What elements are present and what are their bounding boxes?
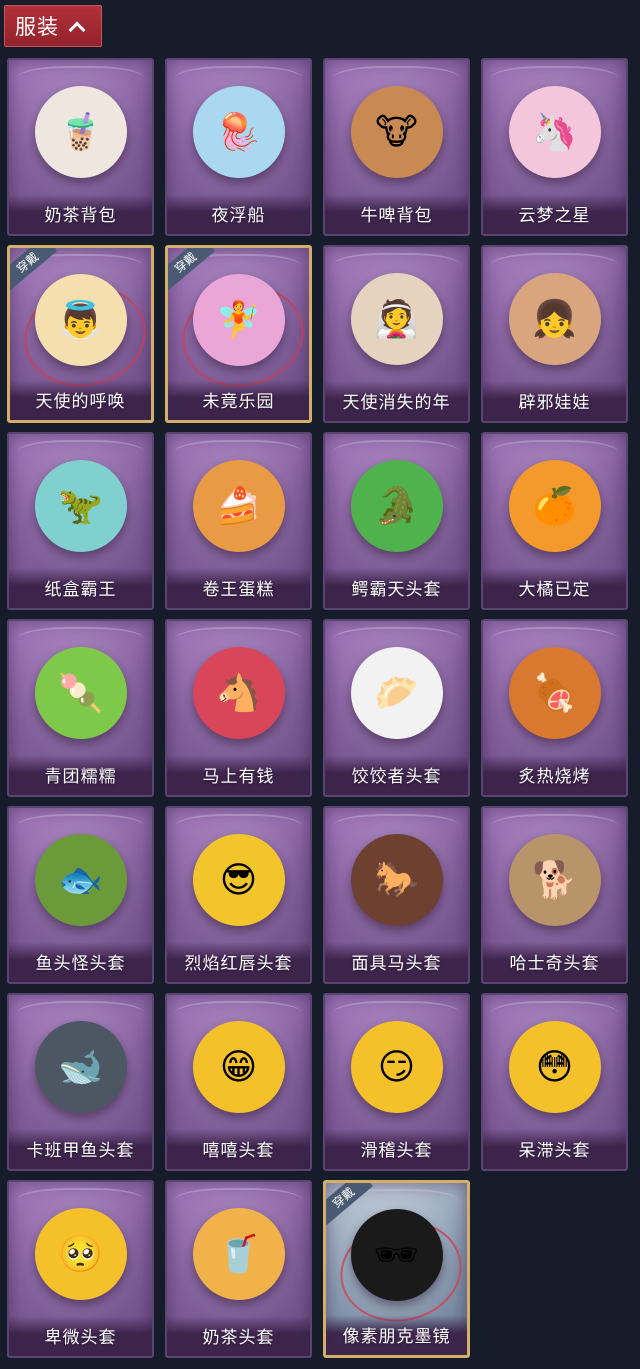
costume-item-name: 奶茶头套 [167, 1316, 310, 1356]
costume-item-card[interactable]: 🧋 奶茶背包 [7, 58, 154, 236]
costume-item-name: 卡班甲鱼头套 [9, 1129, 152, 1169]
costume-item-name: 卷王蛋糕 [167, 568, 310, 608]
costume-item-name: 天使消失的年 [325, 381, 468, 421]
costume-item-name: 纸盒霸王 [9, 568, 152, 608]
costume-item-name: 炙热烧烤 [483, 755, 626, 795]
costume-item-name: 卑微头套 [9, 1316, 152, 1356]
category-title: 服装 [15, 15, 59, 39]
costume-item-name: 天使的呼唤 [10, 380, 151, 420]
costume-item-card[interactable]: 🪼 夜浮船 [165, 58, 312, 236]
costume-item-card[interactable]: 🥺 卑微头套 [7, 1180, 154, 1358]
costume-item-name: 青团糯糯 [9, 755, 152, 795]
costume-item-name: 马上有钱 [167, 755, 310, 795]
dark-fish-head-icon: 🐋 [34, 1021, 127, 1113]
costume-item-name: 嘻嘻头套 [167, 1129, 310, 1169]
costume-item-name: 烈焰红唇头套 [167, 942, 310, 982]
costume-item-card[interactable]: 🦖 纸盒霸王 [7, 432, 154, 610]
chevron-up-icon [68, 21, 86, 38]
costume-grid: 🧋 奶茶背包 🪼 夜浮船 🐮 牛啤背包 🦄 云梦之星 穿戴 👼 天使的呼唤 穿戴 🧚 未竟乐园 👰 天使消失的… [7, 58, 628, 1358]
bbq-meat-icon: 🍖 [508, 647, 601, 739]
costume-item-card[interactable]: 🐟 鱼头怪头套 [7, 806, 154, 984]
cow-beer-barrel-icon: 🐮 [350, 86, 443, 178]
humble-emoji-head-icon: 🥺 [34, 1208, 127, 1300]
costume-item-card[interactable]: 😏 滑稽头套 [323, 993, 470, 1171]
costume-item-card[interactable]: 🐮 牛啤背包 [323, 58, 470, 236]
pink-hair-doll-icon: 🧚 [192, 274, 285, 366]
smirk-emoji-head-icon: 😏 [350, 1021, 443, 1113]
costume-item-card[interactable]: 🍡 青团糯糯 [7, 619, 154, 797]
green-rice-ball-icon: 🍡 [34, 647, 127, 739]
costume-item-name: 呆滞头套 [483, 1129, 626, 1169]
jellyfish-icon: 🪼 [192, 86, 285, 178]
costume-item-card[interactable]: 😎 烈焰红唇头套 [165, 806, 312, 984]
costume-item-card[interactable]: 穿戴 🧚 未竟乐园 [165, 245, 312, 423]
costume-item-name: 牛啤背包 [325, 194, 468, 234]
horse-mask-icon: 🐎 [350, 834, 443, 926]
costume-item-name: 奶茶背包 [9, 194, 152, 234]
roll-cake-icon: 🍰 [192, 460, 285, 552]
costume-item-card[interactable]: 🐕 哈士奇头套 [481, 806, 628, 984]
cardboard-dino-icon: 🦖 [34, 460, 127, 552]
costume-item-card[interactable]: 😁 嘻嘻头套 [165, 993, 312, 1171]
costume-item-name: 鱼头怪头套 [9, 942, 152, 982]
costume-item-card[interactable]: 🐊 鳄霸天头套 [323, 432, 470, 610]
grinning-emoji-head-icon: 😁 [192, 1021, 285, 1113]
costume-item-card[interactable]: 😳 呆滞头套 [481, 993, 628, 1171]
milk-tea-head-icon: 🥤 [192, 1208, 285, 1300]
costume-item-name: 夜浮船 [167, 194, 310, 234]
costume-item-name: 大橘已定 [483, 568, 626, 608]
unicorn-cloud-icon: 🦄 [508, 86, 601, 178]
costume-item-card[interactable]: 🥟 饺饺者头套 [323, 619, 470, 797]
husky-mask-icon: 🐕 [508, 834, 601, 926]
orange-slice-icon: 🍊 [508, 460, 601, 552]
costume-item-card[interactable]: 👧 辟邪娃娃 [481, 245, 628, 423]
costume-item-name: 像素朋克墨镜 [326, 1315, 467, 1355]
costume-item-name: 面具马头套 [325, 942, 468, 982]
costume-item-card[interactable]: 穿戴 🕶 像素朋克墨镜 [323, 1180, 470, 1358]
pixel-sunglasses-icon: 🕶 [350, 1209, 443, 1301]
crocodile-head-icon: 🐊 [350, 460, 443, 552]
costume-item-name: 云梦之星 [483, 194, 626, 234]
costume-item-name: 辟邪娃娃 [483, 381, 626, 421]
costume-item-card[interactable]: 👰 天使消失的年 [323, 245, 470, 423]
milk-tea-backpack-icon: 🧋 [34, 86, 127, 178]
fish-head-mask-icon: 🐟 [34, 834, 127, 926]
costume-item-card[interactable]: 🐴 马上有钱 [165, 619, 312, 797]
bun-hair-doll-icon: 👧 [508, 273, 601, 365]
angel-doll-icon: 👼 [34, 274, 127, 366]
costume-item-name: 未竟乐园 [168, 380, 309, 420]
costume-item-card[interactable]: 🥤 奶茶头套 [165, 1180, 312, 1358]
costume-item-card[interactable]: 🐎 面具马头套 [323, 806, 470, 984]
yellow-pikachu-mask-icon: 😎 [192, 834, 285, 926]
costume-item-name: 鳄霸天头套 [325, 568, 468, 608]
costume-item-card[interactable]: 🍰 卷王蛋糕 [165, 432, 312, 610]
red-horse-head-icon: 🐴 [192, 647, 285, 739]
costume-item-card[interactable]: 🐋 卡班甲鱼头套 [7, 993, 154, 1171]
stunned-emoji-head-icon: 😳 [508, 1021, 601, 1113]
costume-item-card[interactable]: 🍊 大橘已定 [481, 432, 628, 610]
dumpling-head-icon: 🥟 [350, 647, 443, 739]
costume-category-toggle[interactable]: 服装 [4, 5, 102, 47]
costume-item-name: 滑稽头套 [325, 1129, 468, 1169]
costume-item-card[interactable]: 🍖 炙热烧烤 [481, 619, 628, 797]
costume-item-name: 饺饺者头套 [325, 755, 468, 795]
costume-item-name: 哈士奇头套 [483, 942, 626, 982]
costume-item-card[interactable]: 🦄 云梦之星 [481, 58, 628, 236]
veiled-angel-doll-icon: 👰 [350, 273, 443, 365]
costume-item-card[interactable]: 穿戴 👼 天使的呼唤 [7, 245, 154, 423]
